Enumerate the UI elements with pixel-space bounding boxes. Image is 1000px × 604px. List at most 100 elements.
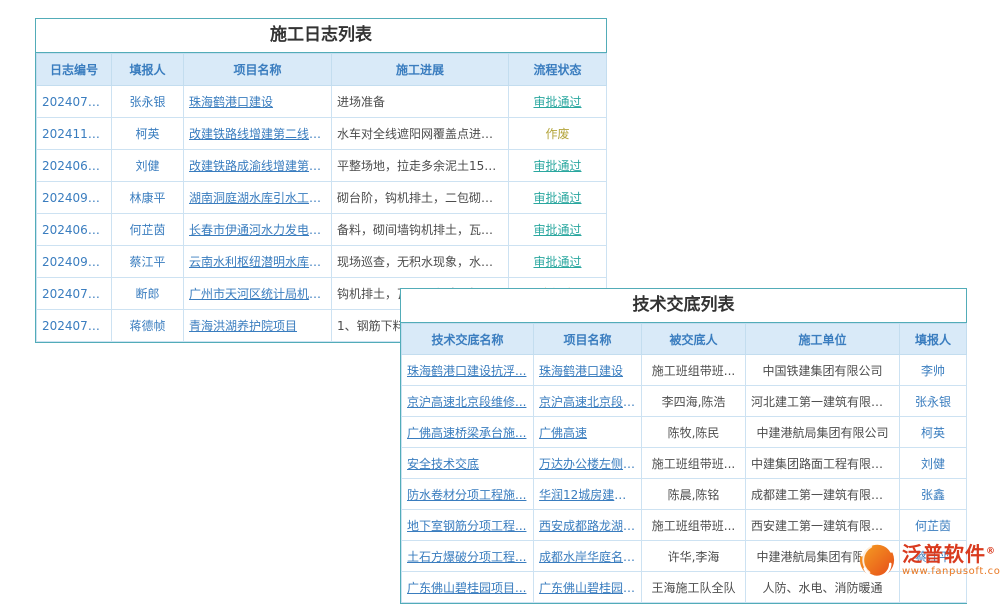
person-cell: 施工班组带班... [642, 448, 746, 479]
fanpu-watermark: 泛普软件® www.fanpusoft.com [858, 541, 1000, 579]
project-link[interactable]: 西安成都路龙湖上... [534, 510, 642, 541]
table-row: 2024110002柯英改建铁路线增建第二线直...水车对全线遮阳网覆盖点进行.… [37, 118, 607, 150]
filler-cell: 林康平 [112, 182, 184, 214]
trademark-symbol: ® [986, 546, 996, 556]
unit-cell: 中建港航局集团有限公司 [746, 417, 900, 448]
fanpu-logo-text: 泛普软件® www.fanpusoft.com [902, 543, 1000, 578]
filler-cell: 李帅 [900, 355, 967, 386]
filler-cell: 张鑫 [900, 479, 967, 510]
project-link[interactable]: 湖南洞庭湖水库引水工程... [184, 182, 332, 214]
status-badge[interactable]: 审批通过 [509, 150, 607, 182]
status-badge[interactable]: 审批通过 [509, 246, 607, 278]
table-row: 珠海鹤港口建设抗浮...珠海鹤港口建设施工班组带班...中国铁建集团有限公司李帅 [402, 355, 967, 386]
table-row: 2024090009林康平湖南洞庭湖水库引水工程...砌台阶，钩机排土，二包砌间… [37, 182, 607, 214]
column-header-unit: 施工单位 [746, 324, 900, 355]
disclosure-link[interactable]: 广东佛山碧桂园项目... [402, 572, 534, 603]
project-link[interactable]: 改建铁路成渝线增建第二... [184, 150, 332, 182]
disclosure-link[interactable]: 地下室钢筋分项工程... [402, 510, 534, 541]
filler-cell: 柯英 [112, 118, 184, 150]
unit-cell: 成都建工第一建筑有限责任公司 [746, 479, 900, 510]
project-link[interactable]: 云南水利枢纽潜明水库一... [184, 246, 332, 278]
person-cell: 陈晨,陈铭 [642, 479, 746, 510]
column-header-project: 项目名称 [184, 54, 332, 86]
unit-cell: 中建集团路面工程有限公司 [746, 448, 900, 479]
disclosure-panel-title: 技术交底列表 [401, 289, 966, 323]
column-header-person: 被交底人 [642, 324, 746, 355]
log-id-cell: 2024060005 [37, 214, 112, 246]
person-cell: 许华,李海 [642, 541, 746, 572]
filler-cell: 何芷茵 [900, 510, 967, 541]
filler-cell: 蒋德帧 [112, 310, 184, 342]
column-header-filler: 填报人 [900, 324, 967, 355]
progress-cell: 砌台阶，钩机排土，二包砌间... [332, 182, 509, 214]
person-cell: 施工班组带班... [642, 355, 746, 386]
filler-cell: 蔡江平 [112, 246, 184, 278]
column-header-log-id: 日志编号 [37, 54, 112, 86]
person-cell: 李四海,陈浩 [642, 386, 746, 417]
project-link[interactable]: 广州市天河区统计局机房... [184, 278, 332, 310]
project-link[interactable]: 广东佛山碧桂园项目 [534, 572, 642, 603]
person-cell: 施工班组带班... [642, 510, 746, 541]
progress-cell: 进场准备 [332, 86, 509, 118]
progress-cell: 备料，砌间墙钩机排土，瓦工... [332, 214, 509, 246]
log-id-cell: 2024110002 [37, 118, 112, 150]
fanpu-logo-icon [858, 541, 896, 579]
project-link[interactable]: 华润12城房建工... [534, 479, 642, 510]
unit-cell: 西安建工第一建筑有限责任公司 [746, 510, 900, 541]
table-row: 安全技术交底万达办公楼左侧A...施工班组带班...中建集团路面工程有限公司刘健 [402, 448, 967, 479]
table-row: 2024090009蔡江平云南水利枢纽潜明水库一...现场巡查，无积水现象，水马… [37, 246, 607, 278]
log-id-cell: 2024070011 [37, 86, 112, 118]
log-id-cell: 2024070011 [37, 278, 112, 310]
project-link[interactable]: 成都水岸华庭名苑... [534, 541, 642, 572]
table-row: 广佛高速桥梁承台施...广佛高速陈牧,陈民中建港航局集团有限公司柯英 [402, 417, 967, 448]
column-header-project: 项目名称 [534, 324, 642, 355]
fanpu-brand-name: 泛普软件® [902, 543, 1000, 566]
table-row: 京沪高速北京段维修...京沪高速北京段维修李四海,陈浩河北建工第一建筑有限责任公… [402, 386, 967, 417]
column-header-filler: 填报人 [112, 54, 184, 86]
table-row: 2024060005何芷茵长春市伊通河水力发电厂...备料，砌间墙钩机排土，瓦工… [37, 214, 607, 246]
project-link[interactable]: 珠海鹤港口建设 [184, 86, 332, 118]
progress-cell: 平整场地，拉走多余泥土15辆... [332, 150, 509, 182]
status-badge[interactable]: 审批通过 [509, 182, 607, 214]
status-badge[interactable]: 审批通过 [509, 214, 607, 246]
disclosure-link[interactable]: 防水卷材分项工程施... [402, 479, 534, 510]
filler-cell: 张永银 [900, 386, 967, 417]
log-panel-title: 施工日志列表 [36, 19, 606, 53]
log-id-cell: 2024070009 [37, 310, 112, 342]
project-link[interactable]: 京沪高速北京段维修 [534, 386, 642, 417]
project-link[interactable]: 广佛高速 [534, 417, 642, 448]
disclosure-link[interactable]: 珠海鹤港口建设抗浮... [402, 355, 534, 386]
disclosure-link[interactable]: 广佛高速桥梁承台施... [402, 417, 534, 448]
table-row: 2024060006刘健改建铁路成渝线增建第二...平整场地，拉走多余泥土15辆… [37, 150, 607, 182]
project-link[interactable]: 长春市伊通河水力发电厂... [184, 214, 332, 246]
unit-cell: 河北建工第一建筑有限责任公司 [746, 386, 900, 417]
column-header-disclosure-name: 技术交底名称 [402, 324, 534, 355]
progress-cell: 水车对全线遮阳网覆盖点进行... [332, 118, 509, 150]
filler-cell: 断郎 [112, 278, 184, 310]
fanpu-url: www.fanpusoft.com [902, 566, 1000, 578]
log-header-row: 日志编号 填报人 项目名称 施工进展 流程状态 [37, 54, 607, 86]
status-badge[interactable]: 审批通过 [509, 86, 607, 118]
table-row: 防水卷材分项工程施...华润12城房建工...陈晨,陈铭成都建工第一建筑有限责任… [402, 479, 967, 510]
filler-cell: 刘健 [900, 448, 967, 479]
project-link[interactable]: 珠海鹤港口建设 [534, 355, 642, 386]
column-header-status: 流程状态 [509, 54, 607, 86]
log-id-cell: 2024090009 [37, 246, 112, 278]
column-header-progress: 施工进展 [332, 54, 509, 86]
project-link[interactable]: 改建铁路线增建第二线直... [184, 118, 332, 150]
status-badge[interactable]: 作废 [509, 118, 607, 150]
project-link[interactable]: 万达办公楼左侧A... [534, 448, 642, 479]
disclosure-link[interactable]: 京沪高速北京段维修... [402, 386, 534, 417]
person-cell: 陈牧,陈民 [642, 417, 746, 448]
table-row: 地下室钢筋分项工程...西安成都路龙湖上...施工班组带班...西安建工第一建筑… [402, 510, 967, 541]
disclosure-link[interactable]: 安全技术交底 [402, 448, 534, 479]
log-id-cell: 2024090009 [37, 182, 112, 214]
progress-cell: 现场巡查，无积水现象，水马... [332, 246, 509, 278]
disclosure-link[interactable]: 土石方爆破分项工程... [402, 541, 534, 572]
filler-cell: 何芷茵 [112, 214, 184, 246]
person-cell: 王海施工队全队 [642, 572, 746, 603]
filler-cell: 张永银 [112, 86, 184, 118]
project-link[interactable]: 青海洪湖养护院项目 [184, 310, 332, 342]
log-id-cell: 2024060006 [37, 150, 112, 182]
unit-cell: 中国铁建集团有限公司 [746, 355, 900, 386]
